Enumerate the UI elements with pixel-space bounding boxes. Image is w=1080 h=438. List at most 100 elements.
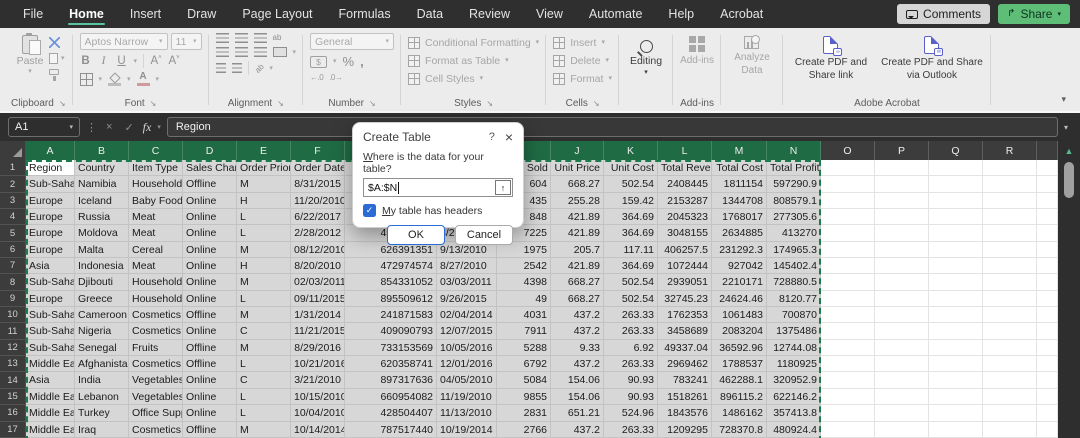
cell[interactable]: 10/21/2016 [291, 356, 345, 372]
cell[interactable]: 1486162 [712, 405, 767, 421]
cell[interactable] [983, 307, 1037, 323]
wrap-text-icon[interactable]: ab [273, 34, 282, 42]
cell[interactable]: 1072444 [658, 258, 712, 274]
cell[interactable]: Total Revenue [658, 160, 712, 176]
align-right-icon[interactable] [254, 47, 267, 57]
cell[interactable]: Online [183, 291, 237, 307]
cell[interactable]: 783241 [658, 372, 712, 388]
cell[interactable]: M [237, 274, 291, 290]
row-number-9[interactable]: 9 [0, 291, 26, 307]
cell[interactable]: 1762353 [658, 307, 712, 323]
cell[interactable]: Cosmetics [129, 307, 183, 323]
cell[interactable]: 502.54 [604, 291, 658, 307]
cell[interactable]: 480924.4 [767, 422, 821, 438]
cell[interactable]: 502.54 [604, 176, 658, 192]
cell[interactable]: 728370.8 [712, 422, 767, 438]
cell[interactable]: M [237, 242, 291, 258]
menu-tab-page-layout[interactable]: Page Layout [229, 0, 325, 28]
cell[interactable] [929, 356, 983, 372]
cell[interactable]: 145402.4 [767, 258, 821, 274]
cell[interactable]: 4398 [497, 274, 551, 290]
cell[interactable] [875, 405, 929, 421]
row-number-17[interactable]: 17 [0, 422, 26, 438]
cell[interactable]: Offline [183, 356, 237, 372]
cell[interactable] [1037, 193, 1058, 209]
cell[interactable] [929, 160, 983, 176]
cell[interactable]: 263.33 [604, 356, 658, 372]
cell[interactable]: 6792 [497, 356, 551, 372]
font-size-select[interactable]: 11▾ [171, 33, 202, 50]
cell[interactable]: Middle East and North Africa [26, 405, 75, 421]
cells-delete-button[interactable]: Delete▾ [553, 52, 612, 69]
confirm-entry-icon[interactable]: ✓ [121, 121, 136, 134]
cell[interactable] [875, 307, 929, 323]
cell[interactable] [875, 389, 929, 405]
cell[interactable]: 3048155 [658, 225, 712, 241]
cell[interactable]: Cosmetics [129, 422, 183, 438]
cell[interactable]: Offline [183, 340, 237, 356]
cell[interactable]: Lebanon [75, 389, 129, 405]
decrease-font-button[interactable]: A˅ [168, 55, 180, 67]
cell[interactable]: 462288.1 [712, 372, 767, 388]
cell[interactable]: 660954082 [345, 389, 437, 405]
cell[interactable] [821, 274, 875, 290]
create-pdf-share-link-button[interactable]: ∞ Create PDF and Share link [790, 33, 872, 82]
italic-button[interactable]: I [98, 55, 110, 67]
cell[interactable]: 2831 [497, 405, 551, 421]
row-number-8[interactable]: 8 [0, 274, 26, 290]
cell[interactable] [821, 242, 875, 258]
cell[interactable] [875, 274, 929, 290]
cell[interactable] [929, 291, 983, 307]
row-number-13[interactable]: 13 [0, 356, 26, 372]
cell[interactable]: Cosmetics [129, 356, 183, 372]
cell[interactable]: 9855 [497, 389, 551, 405]
scroll-up-icon[interactable]: ▲ [1065, 141, 1074, 156]
cell[interactable]: 231292.3 [712, 242, 767, 258]
cell[interactable] [929, 307, 983, 323]
cell[interactable]: 728880.5 [767, 274, 821, 290]
orientation-icon[interactable]: ab [253, 62, 266, 75]
cell[interactable]: L [237, 389, 291, 405]
cell[interactable] [983, 340, 1037, 356]
share-button[interactable]: ↱ Share ▾ [998, 4, 1070, 24]
cell[interactable] [875, 160, 929, 176]
formula-input[interactable]: Region [167, 117, 1058, 137]
format-painter-icon[interactable] [49, 69, 59, 75]
cell[interactable] [929, 225, 983, 241]
cell[interactable]: 1209295 [658, 422, 712, 438]
cell[interactable]: 154.06 [551, 389, 604, 405]
cell[interactable]: Baby Food [129, 193, 183, 209]
cell[interactable]: 1061483 [712, 307, 767, 323]
cell[interactable]: 409090793 [345, 323, 437, 339]
cell[interactable] [1037, 160, 1058, 176]
cell[interactable]: 02/04/2014 [437, 307, 497, 323]
cell[interactable]: Online [183, 242, 237, 258]
copy-icon[interactable] [49, 53, 58, 64]
cell[interactable]: 11/21/2015 [291, 323, 345, 339]
cell[interactable]: 10/04/2010 [291, 405, 345, 421]
cell[interactable]: Indonesia [75, 258, 129, 274]
cell[interactable]: M [237, 422, 291, 438]
cell[interactable]: Unit Cost [604, 160, 658, 176]
cell[interactable]: 09/11/2015 [291, 291, 345, 307]
cell[interactable] [929, 193, 983, 209]
cell[interactable]: Europe [26, 291, 75, 307]
fill-color-icon[interactable] [108, 73, 121, 86]
column-header-Q[interactable]: Q [929, 141, 983, 160]
row-number-3[interactable]: 3 [0, 193, 26, 209]
align-bottom-icon[interactable] [254, 33, 267, 43]
cell[interactable] [821, 422, 875, 438]
cell[interactable]: 1518261 [658, 389, 712, 405]
accounting-format-icon[interactable]: $ [310, 56, 327, 68]
cell[interactable]: Offline [183, 176, 237, 192]
cell[interactable]: 9/26/2015 [437, 291, 497, 307]
cell[interactable]: 10/14/2014 [291, 422, 345, 438]
cell[interactable]: Order Date [291, 160, 345, 176]
cell[interactable]: Asia [26, 258, 75, 274]
align-center-icon[interactable] [235, 47, 248, 57]
cell[interactable]: Namibia [75, 176, 129, 192]
cell[interactable] [983, 389, 1037, 405]
paste-button[interactable]: Paste ▾ [11, 33, 49, 75]
cell[interactable]: 895509612 [345, 291, 437, 307]
cell[interactable]: Senegal [75, 340, 129, 356]
